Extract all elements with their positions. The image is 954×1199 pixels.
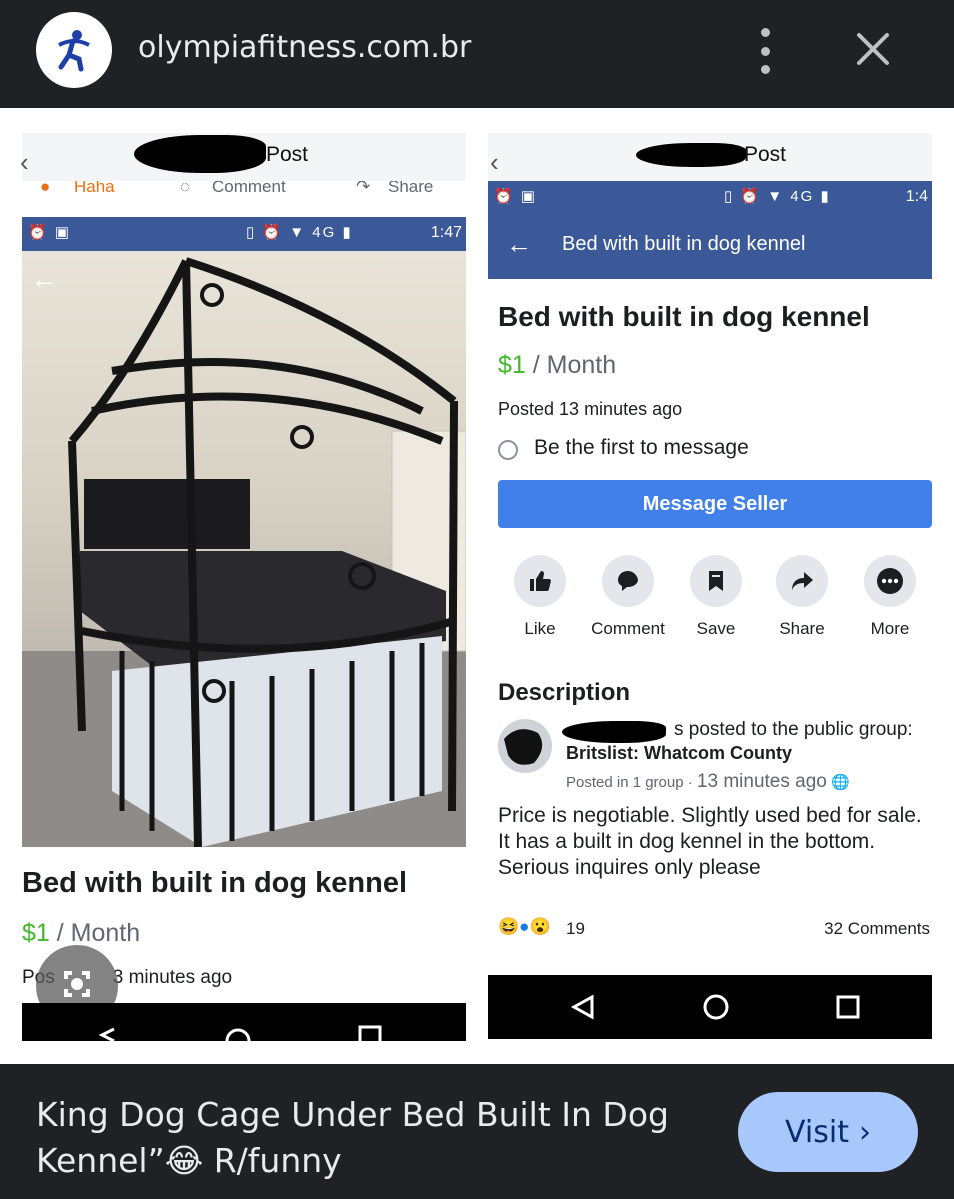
phone-status-bar: ⏰ ▣ ▯ ⏰ ▼ 4G ▮ 1:4 xyxy=(488,181,932,215)
comments-count[interactable]: 32 Comments xyxy=(824,919,930,939)
redaction-mark xyxy=(134,135,266,173)
comment-action[interactable]: Comment xyxy=(588,555,668,639)
action-label: Save xyxy=(696,619,736,638)
back-arrow-icon: ← xyxy=(30,263,58,294)
result-image[interactable]: ‹ Post ● Haha ◌ Comment ↷ Share ⏰ ▣ ▯ ⏰ … xyxy=(0,108,954,1064)
reaction-label-comment: Comment xyxy=(212,181,286,196)
status-right-icons: ▯ ⏰ ▼ 4G ▮ xyxy=(246,224,353,241)
back-chevron-icon: ‹ xyxy=(490,147,499,177)
status-time: 1:47 xyxy=(430,224,462,241)
right-screenshot: ‹ Post ⏰ ▣ ▯ ⏰ ▼ 4G ▮ 1:4 ← Bed with bui… xyxy=(488,133,932,1039)
listing-price: $1 / Month xyxy=(22,919,140,948)
listing-price: $1 / Month xyxy=(498,351,616,380)
canopy-bed-illustration xyxy=(22,257,466,847)
posted-time: Posted 13 minutes ago xyxy=(498,399,683,419)
wow-reaction-icon: 😮 xyxy=(529,917,551,936)
phone-status-bar: ⏰ ▣ ▯ ⏰ ▼ 4G ▮ 1:47 xyxy=(22,217,466,251)
globe-icon: 🌐 xyxy=(831,774,850,791)
first-message-text: Be the first to message xyxy=(534,436,749,459)
browser-top-bar: olympiafitness.com.br xyxy=(0,0,954,108)
action-label: Like xyxy=(524,619,556,638)
phone-nav-bar xyxy=(22,1003,466,1054)
site-favicon xyxy=(36,12,112,88)
price-period: / Month xyxy=(49,919,141,947)
redaction-mark xyxy=(562,721,666,743)
reaction-strip: ● Haha ◌ Comment ↷ Share xyxy=(22,181,466,207)
like-action[interactable]: Like xyxy=(500,555,580,639)
bar-title: Bed with built in dog kennel xyxy=(562,233,806,255)
comment-icon xyxy=(602,555,654,607)
result-info-panel: King Dog Cage Under Bed Built In Dog Ken… xyxy=(0,1064,954,1199)
status-left-icons: ⏰ ▣ xyxy=(28,224,72,241)
network-label: 4G xyxy=(312,224,337,241)
haha-reaction-icon: 😆 xyxy=(498,917,520,936)
listing-title: Bed with built in dog kennel xyxy=(22,867,408,899)
action-label: Comment xyxy=(591,619,665,638)
bookmark-icon xyxy=(690,555,742,607)
like-reaction-icon: ● xyxy=(519,917,530,936)
network-label: 4G xyxy=(790,188,815,205)
visit-button[interactable]: Visit › xyxy=(738,1092,918,1172)
reaction-label-share: Share xyxy=(388,181,434,196)
post-header-title: Post xyxy=(266,143,309,166)
haha-reaction-icon: ● xyxy=(40,181,51,196)
visit-label: Visit xyxy=(785,1114,849,1150)
comment-icon: ◌ xyxy=(180,181,191,196)
group-name[interactable]: Britslist: Whatcom County xyxy=(566,743,792,764)
like-icon xyxy=(514,555,566,607)
description-heading: Description xyxy=(498,679,631,706)
status-right-icons: ▯ ⏰ ▼ 4G ▮ xyxy=(724,188,831,205)
group-post-action: s posted to the public group: xyxy=(674,719,913,740)
redacted-avatar-icon xyxy=(504,729,543,765)
action-label: Share xyxy=(779,619,825,638)
back-chevron-icon: ‹ xyxy=(20,147,29,177)
share-icon: ↷ xyxy=(356,181,371,196)
save-action[interactable]: Save xyxy=(676,555,756,639)
status-time: 1:4 xyxy=(905,188,928,205)
price-period: / Month xyxy=(525,351,617,379)
redaction-mark xyxy=(636,143,746,167)
description-text: Price is negotiable. Slightly used bed f… xyxy=(498,804,922,879)
price-amount: $1 xyxy=(22,919,50,947)
close-icon[interactable] xyxy=(848,24,898,74)
message-seller-button[interactable]: Message Seller xyxy=(498,480,932,528)
nav-icons xyxy=(570,994,860,1020)
marketplace-title-bar: ← Bed with built in dog kennel xyxy=(488,215,932,279)
more-action[interactable]: More xyxy=(850,555,930,639)
left-screenshot: ‹ Post ● Haha ◌ Comment ↷ Share ⏰ ▣ ▯ ⏰ … xyxy=(20,133,466,1054)
share-icon xyxy=(776,555,828,607)
more-vert-icon[interactable] xyxy=(750,28,780,74)
chevron-right-icon: › xyxy=(858,1114,871,1150)
share-action[interactable]: Share xyxy=(762,555,842,639)
bed-photo: ← xyxy=(22,251,466,847)
reaction-count[interactable]: 19 xyxy=(566,919,585,939)
result-caption[interactable]: King Dog Cage Under Bed Built In Dog Ken… xyxy=(36,1092,716,1184)
back-arrow-icon[interactable]: ← xyxy=(506,229,532,260)
posted-fragment: 3 minutes ago xyxy=(112,967,233,988)
group-meta-prefix: Posted in 1 group · xyxy=(566,774,697,791)
group-meta-time: 13 minutes ago xyxy=(696,771,827,792)
messenger-icon xyxy=(498,440,518,460)
reaction-label-haha: Haha xyxy=(74,181,115,196)
nav-icons xyxy=(98,1025,382,1054)
group-meta: Posted in 1 group · 13 minutes ago 🌐 xyxy=(566,771,850,793)
post-header-title: Post xyxy=(744,143,787,166)
more-horiz-icon xyxy=(864,555,916,607)
status-left-icons: ⏰ ▣ xyxy=(494,188,538,205)
reaction-icons: 😆●😮 xyxy=(498,917,551,937)
avatar[interactable] xyxy=(498,719,552,773)
listing-title: Bed with built in dog kennel xyxy=(498,301,870,332)
site-url[interactable]: olympiafitness.com.br xyxy=(138,30,471,65)
price-amount: $1 xyxy=(498,351,526,379)
phone-nav-bar xyxy=(488,975,932,1039)
fitness-logo-icon xyxy=(58,30,90,72)
action-label: More xyxy=(870,619,910,638)
